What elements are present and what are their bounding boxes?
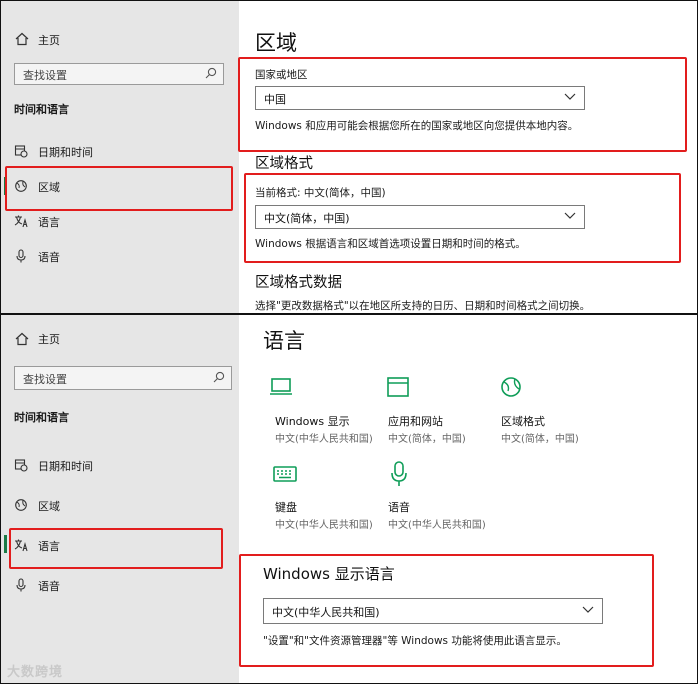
highlight-box	[9, 528, 223, 569]
globe-icon	[501, 377, 521, 397]
settings-sidebar: 主页 查找设置 时间和语言 日期和时间 区域 语言 语音	[1, 1, 239, 313]
highlight-box	[238, 57, 687, 152]
calendar-clock-icon	[14, 145, 28, 158]
browser-window-icon	[387, 377, 409, 397]
tile-region-format[interactable]: 区域格式 中文(简体，中国)	[497, 375, 602, 445]
region-settings-panel: 主页 查找设置 时间和语言 日期和时间 区域 语言 语音 区域 国家或地区 中国	[1, 1, 697, 313]
highlight-box	[244, 173, 681, 263]
tile-subtitle: 中文(中华人民共和国)	[275, 434, 373, 445]
tile-label: Windows 显示	[275, 415, 350, 428]
tile-label: 键盘	[275, 501, 297, 514]
tile-label: 区域格式	[501, 415, 545, 428]
tile-keyboard[interactable]: 键盘 中文(中华人民共和国)	[269, 461, 374, 531]
globe-icon	[15, 499, 27, 511]
section-heading-format-data: 区域格式数据	[255, 275, 342, 291]
language-icon	[14, 215, 28, 228]
sidebar-home-link[interactable]: 主页	[38, 32, 60, 48]
tile-label: 语音	[388, 501, 410, 514]
tile-label: 应用和网站	[388, 415, 443, 428]
sidebar-section-title: 时间和语言	[14, 411, 69, 424]
settings-sidebar: 主页 查找设置 时间和语言 日期和时间 区域 语言 语音 大数跨境	[1, 315, 239, 683]
tile-subtitle: 中文(简体，中国)	[501, 434, 579, 445]
tile-apps-websites[interactable]: 应用和网站 中文(简体，中国)	[384, 375, 489, 445]
microphone-icon	[391, 461, 407, 486]
home-icon	[15, 32, 29, 46]
region-main: 区域 国家或地区 中国 Windows 和应用可能会根据您所在的国家或地区向您提…	[239, 1, 697, 313]
tile-windows-display[interactable]: Windows 显示 中文(中华人民共和国)	[269, 375, 374, 445]
keyboard-icon	[273, 466, 297, 482]
microphone-icon	[16, 249, 26, 263]
sidebar-item-speech[interactable]: 语音	[38, 249, 60, 265]
search-icon	[205, 67, 217, 79]
tile-subtitle: 中文(简体，中国)	[388, 434, 466, 445]
page-title: 语言	[263, 329, 305, 353]
search-placeholder: 查找设置	[23, 69, 67, 82]
tile-subtitle: 中文(中华人民共和国)	[275, 520, 373, 531]
sidebar-item-date-time[interactable]: 日期和时间	[38, 458, 93, 474]
composite-screenshot: 主页 查找设置 时间和语言 日期和时间 区域 语言 语音 区域 国家或地区 中国	[0, 0, 698, 684]
search-input[interactable]: 查找设置	[14, 63, 224, 85]
microphone-icon	[16, 578, 26, 592]
monitor-icon	[270, 378, 292, 395]
sidebar-home-link[interactable]: 主页	[38, 331, 60, 347]
sidebar-item-region[interactable]: 区域	[38, 498, 60, 514]
highlight-box	[239, 554, 654, 667]
search-icon	[213, 371, 225, 383]
highlight-box	[5, 166, 233, 211]
sidebar-section-title: 时间和语言	[14, 103, 69, 116]
watermark-text: 大数跨境	[7, 665, 64, 680]
format-data-description: 选择"更改数据格式"以在地区所支持的日历、日期和时间格式之间切换。	[255, 300, 591, 312]
language-settings-panel: 主页 查找设置 时间和语言 日期和时间 区域 语言 语音 大数跨境 语言 Win…	[1, 315, 697, 683]
sidebar-item-language[interactable]: 语言	[38, 214, 60, 230]
tile-speech[interactable]: 语音 中文(中华人民共和国)	[384, 461, 489, 531]
sidebar-item-speech[interactable]: 语音	[38, 578, 60, 594]
search-input[interactable]: 查找设置	[14, 366, 232, 390]
section-heading-region-format: 区域格式	[255, 156, 313, 172]
home-icon	[15, 332, 29, 346]
sidebar-item-date-time[interactable]: 日期和时间	[38, 144, 93, 160]
calendar-clock-icon	[14, 459, 28, 472]
search-placeholder: 查找设置	[23, 373, 67, 386]
tile-subtitle: 中文(中华人民共和国)	[388, 520, 486, 531]
page-title: 区域	[255, 31, 297, 55]
active-indicator	[4, 535, 7, 553]
